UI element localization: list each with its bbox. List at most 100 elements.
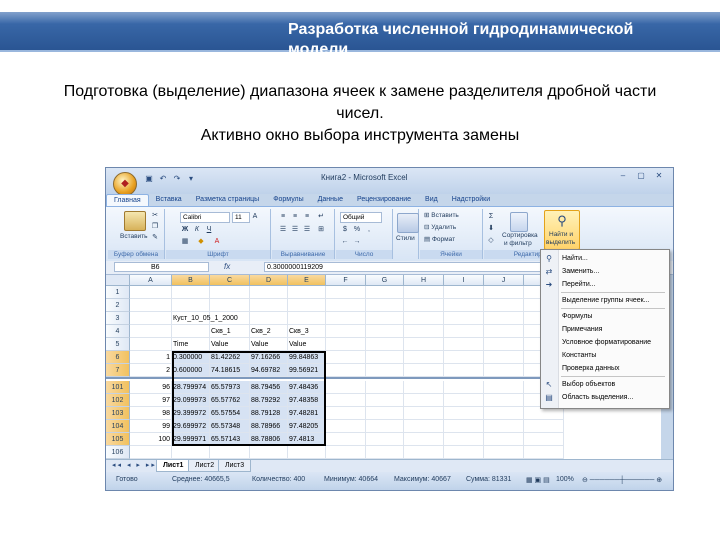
tab-addins[interactable]: Надстройки <box>445 194 497 206</box>
format-painter-icon[interactable]: ✎ <box>150 233 160 242</box>
column-header-g[interactable]: G <box>366 275 404 286</box>
cell-i3[interactable] <box>444 312 484 325</box>
cell-b7[interactable]: 0.600000 <box>172 364 210 377</box>
cell-j104[interactable] <box>484 420 524 433</box>
cell-d3[interactable] <box>250 312 288 325</box>
cell-e102[interactable]: 97.48358 <box>288 394 326 407</box>
cell-h1[interactable] <box>404 286 444 299</box>
cell-f104[interactable] <box>326 420 366 433</box>
cell-i2[interactable] <box>444 299 484 312</box>
cell-f7[interactable] <box>326 364 366 377</box>
cell-b106[interactable] <box>172 446 210 459</box>
cell-b102[interactable]: 29.099973 <box>172 394 210 407</box>
cell-j103[interactable] <box>484 407 524 420</box>
cell-h101[interactable] <box>404 381 444 394</box>
cell-i5[interactable] <box>444 338 484 351</box>
cell-c105[interactable]: 65.57143 <box>210 433 250 446</box>
cut-icon[interactable]: ✂ <box>150 211 160 220</box>
cell-j2[interactable] <box>484 299 524 312</box>
font-name-combo[interactable]: Calibri <box>180 212 230 223</box>
cell-e106[interactable] <box>288 446 326 459</box>
align-top-icon[interactable]: ≡ <box>278 212 288 221</box>
cell-i102[interactable] <box>444 394 484 407</box>
cell-e3[interactable] <box>288 312 326 325</box>
cell-g102[interactable] <box>366 394 404 407</box>
cell-f105[interactable] <box>326 433 366 446</box>
bold-icon[interactable]: Ж <box>180 225 190 234</box>
menu-item-3[interactable]: ➜ Перейти... <box>541 278 669 291</box>
cell-f106[interactable] <box>326 446 366 459</box>
cell-a104[interactable]: 99 <box>130 420 172 433</box>
cell-b5[interactable]: Time <box>172 338 210 351</box>
cell-a4[interactable] <box>130 325 172 338</box>
cell-b3[interactable]: Куст_10_05_1_2000 <box>172 312 238 325</box>
cell-c101[interactable]: 65.57973 <box>210 381 250 394</box>
cell-f103[interactable] <box>326 407 366 420</box>
save-icon[interactable]: ▣ <box>144 174 154 184</box>
row-header-103[interactable]: 103 <box>106 407 130 420</box>
cell-g5[interactable] <box>366 338 404 351</box>
cell-c102[interactable]: 65.57762 <box>210 394 250 407</box>
cell-j7[interactable] <box>484 364 524 377</box>
cell-e104[interactable]: 97.48205 <box>288 420 326 433</box>
cell-b1[interactable] <box>172 286 210 299</box>
cell-d4[interactable]: Скв_2 <box>250 325 288 338</box>
cell-f5[interactable] <box>326 338 366 351</box>
wrap-text-icon[interactable]: ↵ <box>316 212 326 221</box>
column-header-f[interactable]: F <box>326 275 366 286</box>
clear-icon[interactable]: ◇ <box>486 236 496 245</box>
select-all-corner[interactable] <box>106 275 130 286</box>
tab-page-layout[interactable]: Разметка страницы <box>189 194 267 206</box>
cell-d2[interactable] <box>250 299 288 312</box>
percent-icon[interactable]: % <box>352 225 362 234</box>
row-header-7[interactable]: 7 <box>106 364 130 377</box>
cell-j102[interactable] <box>484 394 524 407</box>
cell-d101[interactable]: 88.79456 <box>250 381 288 394</box>
row-header-105[interactable]: 105 <box>106 433 130 446</box>
cell-d1[interactable] <box>250 286 288 299</box>
cell-i4[interactable] <box>444 325 484 338</box>
cell-d105[interactable]: 88.78806 <box>250 433 288 446</box>
menu-item-1[interactable]: ⚲ Найти... <box>541 252 669 265</box>
cell-a106[interactable] <box>130 446 172 459</box>
cell-g7[interactable] <box>366 364 404 377</box>
align-middle-icon[interactable]: ≡ <box>290 212 300 221</box>
cell-k104[interactable] <box>524 420 564 433</box>
cell-i103[interactable] <box>444 407 484 420</box>
cell-e2[interactable] <box>288 299 326 312</box>
cell-g1[interactable] <box>366 286 404 299</box>
column-header-b[interactable]: B <box>172 275 210 286</box>
cell-h7[interactable] <box>404 364 444 377</box>
cell-d103[interactable]: 88.79128 <box>250 407 288 420</box>
align-center-icon[interactable]: ☰ <box>290 225 300 234</box>
menu-item-6[interactable]: Примечания <box>541 323 669 336</box>
tab-insert[interactable]: Вставка <box>149 194 189 206</box>
autosum-icon[interactable]: Σ <box>486 212 496 221</box>
cell-c7[interactable]: 74.18615 <box>210 364 250 377</box>
cell-c104[interactable]: 65.57348 <box>210 420 250 433</box>
comma-style-icon[interactable]: , <box>364 225 374 234</box>
cell-j4[interactable] <box>484 325 524 338</box>
borders-icon[interactable]: ▦ <box>180 237 190 246</box>
tab-view[interactable]: Вид <box>418 194 445 206</box>
cell-c106[interactable] <box>210 446 250 459</box>
decrease-decimal-icon[interactable]: → <box>352 237 362 246</box>
zoom-slider[interactable]: ⊖ ──────┼────── ⊕ <box>582 476 662 484</box>
column-header-c[interactable]: C <box>210 275 250 286</box>
view-buttons[interactable]: ▦ ▣ ▤ <box>526 476 550 484</box>
font-color-icon[interactable]: A <box>212 237 222 246</box>
row-header-102[interactable]: 102 <box>106 394 130 407</box>
italic-icon[interactable]: К <box>192 225 202 234</box>
cell-c4[interactable]: Скв_1 <box>210 325 250 338</box>
cell-g104[interactable] <box>366 420 404 433</box>
cell-h102[interactable] <box>404 394 444 407</box>
menu-item-8[interactable]: Константы <box>541 349 669 362</box>
zoom-level[interactable]: 100% <box>556 476 574 483</box>
row-header-1[interactable]: 1 <box>106 286 130 299</box>
row-header-2[interactable]: 2 <box>106 299 130 312</box>
cell-f3[interactable] <box>326 312 366 325</box>
cell-e103[interactable]: 97.48281 <box>288 407 326 420</box>
cell-a105[interactable]: 100 <box>130 433 172 446</box>
menu-item-11[interactable]: ▤ Область выделения... <box>541 391 669 404</box>
cell-c103[interactable]: 65.57554 <box>210 407 250 420</box>
